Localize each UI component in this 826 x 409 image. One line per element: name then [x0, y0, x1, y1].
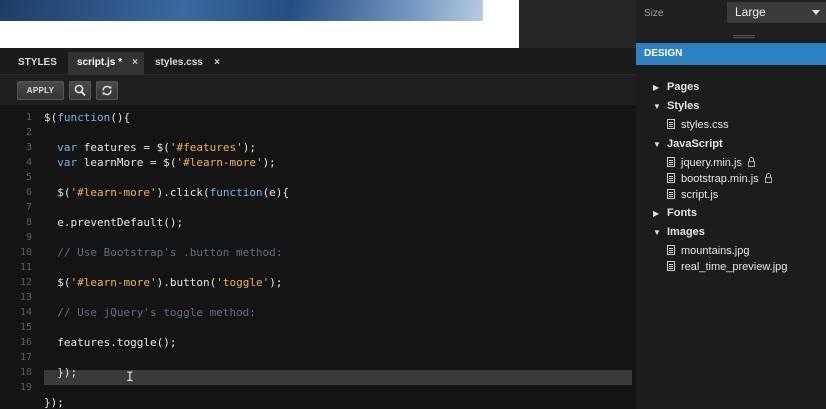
- size-select-value: Large: [735, 5, 766, 19]
- line-gutter: 1 2 3 4 5 6 7 8 9 10 11 12 13 14 15 16 1…: [0, 105, 36, 409]
- line-number: 12: [19, 277, 32, 288]
- line-number: 3: [25, 142, 32, 153]
- tree-folder-fonts[interactable]: ▶ Fonts: [653, 205, 697, 222]
- tree-file-jquery[interactable]: jquery.min.js: [667, 155, 755, 171]
- text-cursor-icon: Ι: [126, 370, 134, 385]
- tab-label: styles.css: [155, 57, 203, 68]
- line-number: 16: [19, 337, 32, 348]
- file-icon: [667, 245, 675, 255]
- code-line: $(function(){: [44, 111, 131, 124]
- tab-label: STYLES: [18, 57, 57, 68]
- code-editor-panel: STYLES script.js * × styles.css × APPLY: [0, 48, 636, 409]
- file-label: styles.css: [681, 119, 729, 131]
- line-number: 18: [19, 367, 32, 378]
- line-number: 9: [25, 232, 32, 243]
- line-number: 5: [25, 172, 32, 183]
- tab-script-js[interactable]: script.js * ×: [68, 52, 144, 75]
- tree-file-mountains[interactable]: mountains.jpg: [667, 243, 750, 259]
- line-number: 6: [25, 187, 32, 198]
- folder-label: Pages: [667, 81, 700, 93]
- file-icon: [667, 173, 675, 183]
- line-number: 15: [19, 322, 32, 333]
- folder-label: Fonts: [667, 207, 697, 219]
- tree-file-styles-css[interactable]: styles.css: [667, 117, 729, 133]
- folder-label: JavaScript: [667, 138, 723, 150]
- design-header: DESIGN: [636, 43, 826, 65]
- file-icon: [667, 261, 675, 271]
- line-number: 14: [19, 307, 32, 318]
- editor-tab-bar: STYLES script.js * × styles.css ×: [0, 48, 636, 75]
- caret-down-icon: ▼: [653, 228, 661, 237]
- code-line: features.toggle();: [44, 336, 177, 349]
- tree-file-bootstrap[interactable]: bootstrap.min.js: [667, 171, 772, 187]
- close-icon[interactable]: ×: [214, 52, 220, 74]
- file-icon: [667, 189, 675, 199]
- line-number: 4: [25, 157, 32, 168]
- file-label: jquery.min.js: [681, 157, 742, 169]
- resize-grip[interactable]: [733, 35, 755, 38]
- file-label: script.js: [681, 189, 719, 201]
- line-number: 1: [25, 112, 32, 123]
- line-number: 8: [25, 217, 32, 228]
- caret-down-icon: ▼: [653, 140, 661, 149]
- tree-file-script[interactable]: script.js: [667, 187, 718, 203]
- tree-folder-styles[interactable]: ▼ Styles: [653, 98, 699, 115]
- code-area[interactable]: 1 2 3 4 5 6 7 8 9 10 11 12 13 14 15 16 1…: [0, 105, 636, 409]
- file-label: real_time_preview.jpg: [681, 261, 788, 273]
- preview-area: [0, 0, 636, 48]
- line-number: 19: [19, 382, 32, 393]
- tab-styles-css[interactable]: styles.css ×: [146, 52, 226, 75]
- lock-icon: [764, 173, 772, 183]
- file-icon: [667, 157, 675, 167]
- code-line: var learnMore = $('#learn-more');: [57, 156, 276, 169]
- search-button[interactable]: [69, 81, 91, 100]
- replace-button[interactable]: [96, 81, 118, 100]
- caret-down-icon: ▼: [653, 102, 661, 111]
- apply-button[interactable]: APPLY: [17, 81, 64, 100]
- tab-label: script.js *: [77, 57, 123, 68]
- size-row: Size Large: [636, 0, 826, 42]
- tree-folder-pages[interactable]: ▶ Pages: [653, 79, 699, 96]
- lock-icon: [747, 157, 755, 167]
- code-line: $('#learn-more').click(function(e){: [44, 186, 290, 199]
- file-label: bootstrap.min.js: [681, 173, 759, 185]
- code-line: var features = $('#features');: [57, 141, 256, 154]
- preview-frame: [0, 0, 519, 48]
- code-line: // Use jQuery's toggle method:: [44, 306, 256, 319]
- file-label: mountains.jpg: [681, 245, 750, 257]
- line-number: 11: [19, 262, 32, 273]
- tab-styles[interactable]: STYLES: [10, 52, 66, 75]
- size-label: Size: [644, 8, 664, 19]
- line-number: 7: [25, 202, 32, 213]
- search-icon: [74, 84, 86, 97]
- chevron-down-icon: [812, 10, 820, 15]
- editor-toolbar: APPLY: [0, 75, 636, 105]
- code-line: $('#learn-more').button('toggle');: [44, 276, 283, 289]
- line-number: 13: [19, 292, 32, 303]
- line-number: 10: [19, 247, 32, 258]
- tree-file-real-time-preview[interactable]: real_time_preview.jpg: [667, 259, 787, 275]
- caret-right-icon: ▶: [653, 209, 660, 218]
- line-number: 2: [25, 127, 32, 138]
- line-number: 17: [19, 352, 32, 363]
- code-line: });: [44, 366, 78, 379]
- size-select[interactable]: Large: [727, 2, 826, 23]
- code-line: });: [44, 396, 64, 409]
- tree-folder-javascript[interactable]: ▼ JavaScript: [653, 136, 723, 153]
- preview-image: [0, 0, 483, 21]
- file-icon: [667, 119, 675, 129]
- refresh-icon: [102, 85, 112, 96]
- folder-label: Images: [667, 226, 705, 238]
- code-line: // Use Bootstrap's .button method:: [44, 246, 283, 259]
- design-side-panel: Size Large DESIGN ▶ Pages ▼ Styles styles.…: [636, 0, 826, 409]
- close-icon[interactable]: ×: [132, 52, 138, 74]
- tree-folder-images[interactable]: ▼ Images: [653, 224, 705, 241]
- folder-label: Styles: [667, 100, 700, 112]
- caret-right-icon: ▶: [653, 83, 660, 92]
- code-line: e.preventDefault();: [44, 216, 184, 229]
